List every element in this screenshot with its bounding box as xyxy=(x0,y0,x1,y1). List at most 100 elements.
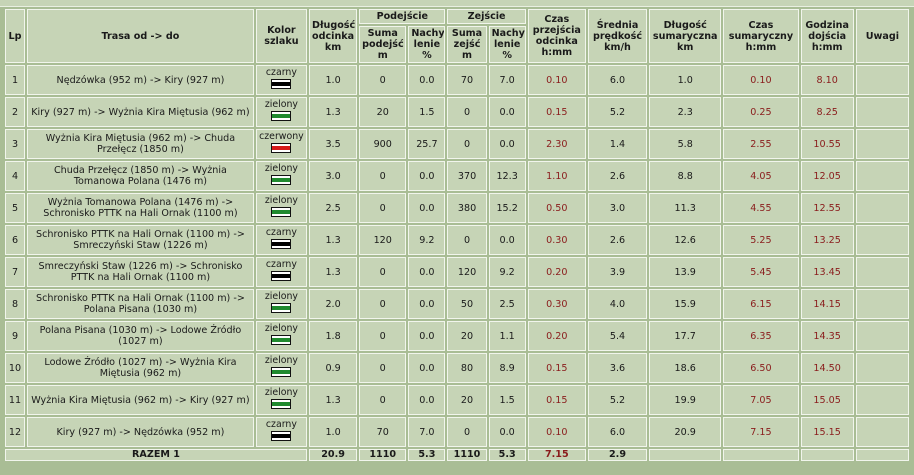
total-time: 7.15 xyxy=(527,449,586,461)
cell-color: czarny xyxy=(255,417,307,447)
cell-descent-slope: 0.0 xyxy=(488,225,526,255)
cell-arrival: 14.15 xyxy=(800,289,854,319)
cell-time: 0.15 xyxy=(527,353,586,383)
cell-length: 3.5 xyxy=(309,129,358,159)
header-total-length: Długość sumaryczna km xyxy=(649,9,722,63)
cell-total-length: 12.6 xyxy=(649,225,722,255)
cell-total-length: 18.6 xyxy=(649,353,722,383)
cell-ascent: 0 xyxy=(359,289,407,319)
cell-total-length: 15.9 xyxy=(649,289,722,319)
cell-descent: 0 xyxy=(447,97,487,127)
cell-color: zielony xyxy=(255,385,307,415)
cell-total-time: 0.25 xyxy=(723,97,799,127)
trail-color-swatch-icon xyxy=(271,335,292,345)
header-descent-group: Zejście xyxy=(447,9,526,24)
cell-total-length: 8.8 xyxy=(649,161,722,191)
cell-ascent: 0 xyxy=(359,161,407,191)
header-ascent-sum: Suma podejść m xyxy=(359,26,407,63)
total-ascent: 1110 xyxy=(359,449,407,461)
cell-route: Chuda Przełęcz (1850 m) -> Wyżnia Tomano… xyxy=(27,161,254,191)
cell-time: 1.10 xyxy=(527,161,586,191)
trail-color-swatch-icon xyxy=(271,399,292,409)
cell-notes xyxy=(855,385,909,415)
cell-length: 1.3 xyxy=(309,385,358,415)
table-row: 2 Kiry (927 m) -> Wyżnia Kira Miętusia (9… xyxy=(5,97,909,127)
cell-total-length: 5.8 xyxy=(649,129,722,159)
cell-notes xyxy=(855,353,909,383)
cell-color: czerwony xyxy=(255,129,307,159)
cell-descent-slope: 12.3 xyxy=(488,161,526,191)
cell-total-time: 6.50 xyxy=(723,353,799,383)
trail-color-swatch-icon xyxy=(271,271,292,281)
cell-total-time: 5.45 xyxy=(723,257,799,287)
header-color: Kolor szlaku xyxy=(255,9,307,63)
cell-descent-slope: 2.5 xyxy=(488,289,526,319)
cell-total-time: 7.15 xyxy=(723,417,799,447)
cell-ascent-slope: 0.0 xyxy=(408,385,446,415)
cell-total-time: 0.10 xyxy=(723,65,799,95)
trail-color-swatch-icon xyxy=(271,207,292,217)
cell-arrival: 15.15 xyxy=(800,417,854,447)
cell-speed: 5.4 xyxy=(587,321,648,351)
cell-ascent-slope: 0.0 xyxy=(408,321,446,351)
trail-color-swatch-icon xyxy=(271,79,292,89)
cell-lp: 8 xyxy=(5,289,26,319)
cell-lp: 3 xyxy=(5,129,26,159)
cell-lp: 2 xyxy=(5,97,26,127)
cell-speed: 6.0 xyxy=(587,417,648,447)
cell-descent-slope: 0.0 xyxy=(488,417,526,447)
trail-color-swatch-icon xyxy=(271,175,292,185)
cell-ascent-slope: 0.0 xyxy=(408,65,446,95)
cell-notes xyxy=(855,129,909,159)
cell-route: Polana Pisana (1030 m) -> Lodowe Źródło … xyxy=(27,321,254,351)
cell-total-length: 11.3 xyxy=(649,193,722,223)
cell-length: 0.9 xyxy=(309,353,358,383)
cell-total-length: 20.9 xyxy=(649,417,722,447)
header-ascent-slope: Nachy lenie % xyxy=(408,26,446,63)
table-row: 11 Wyżnia Kira Miętusia (962 m) -> Kiry (… xyxy=(5,385,909,415)
cell-route: Wyżnia Kira Miętusia (962 m) -> Chuda Pr… xyxy=(27,129,254,159)
trail-color-label: zielony xyxy=(264,355,298,366)
total-ascent-slope: 5.3 xyxy=(408,449,446,461)
cell-route: Wyżnia Kira Miętusia (962 m) -> Kiry (92… xyxy=(27,385,254,415)
cell-lp: 12 xyxy=(5,417,26,447)
cell-route: Smreczyński Staw (1226 m) -> Schronisko … xyxy=(27,257,254,287)
cell-ascent: 20 xyxy=(359,97,407,127)
cell-descent: 0 xyxy=(447,225,487,255)
trail-color-label: czarny xyxy=(265,419,297,430)
cell-speed: 2.6 xyxy=(587,225,648,255)
cell-ascent: 0 xyxy=(359,353,407,383)
cell-total-length: 1.0 xyxy=(649,65,722,95)
cell-descent: 120 xyxy=(447,257,487,287)
cell-ascent: 0 xyxy=(359,193,407,223)
cell-length: 1.8 xyxy=(309,321,358,351)
cell-speed: 6.0 xyxy=(587,65,648,95)
cell-descent-slope: 1.1 xyxy=(488,321,526,351)
cell-length: 1.0 xyxy=(309,417,358,447)
cell-descent: 0 xyxy=(447,417,487,447)
trail-color-label: zielony xyxy=(264,387,298,398)
cell-color: zielony xyxy=(255,97,307,127)
cell-speed: 3.6 xyxy=(587,353,648,383)
cell-arrival: 8.10 xyxy=(800,65,854,95)
header-total-time: Czas sumaryczny h:mm xyxy=(723,9,799,63)
cell-length: 3.0 xyxy=(309,161,358,191)
total-descent-slope: 5.3 xyxy=(488,449,526,461)
cell-route: Nędzówka (952 m) -> Kiry (927 m) xyxy=(27,65,254,95)
trail-color-swatch-icon xyxy=(271,239,292,249)
table-row: 10 Lodowe Źródło (1027 m) -> Wyżnia Kira … xyxy=(5,353,909,383)
cell-time: 0.20 xyxy=(527,257,586,287)
table-row: 12 Kiry (927 m) -> Nędzówka (952 m) czarny… xyxy=(5,417,909,447)
cell-speed: 2.6 xyxy=(587,161,648,191)
table-row: 4 Chuda Przełęcz (1850 m) -> Wyżnia Toman… xyxy=(5,161,909,191)
header-time: Czas przejścia odcinka h:mm xyxy=(527,9,586,63)
cell-time: 0.15 xyxy=(527,385,586,415)
trail-color-swatch-icon xyxy=(271,111,292,121)
cell-notes xyxy=(855,289,909,319)
cell-color: zielony xyxy=(255,353,307,383)
cell-ascent-slope: 25.7 xyxy=(408,129,446,159)
cell-descent: 0 xyxy=(447,129,487,159)
cell-speed: 5.2 xyxy=(587,385,648,415)
cell-route: Schronisko PTTK na Hali Ornak (1100 m) -… xyxy=(27,289,254,319)
cell-ascent-slope: 0.0 xyxy=(408,289,446,319)
